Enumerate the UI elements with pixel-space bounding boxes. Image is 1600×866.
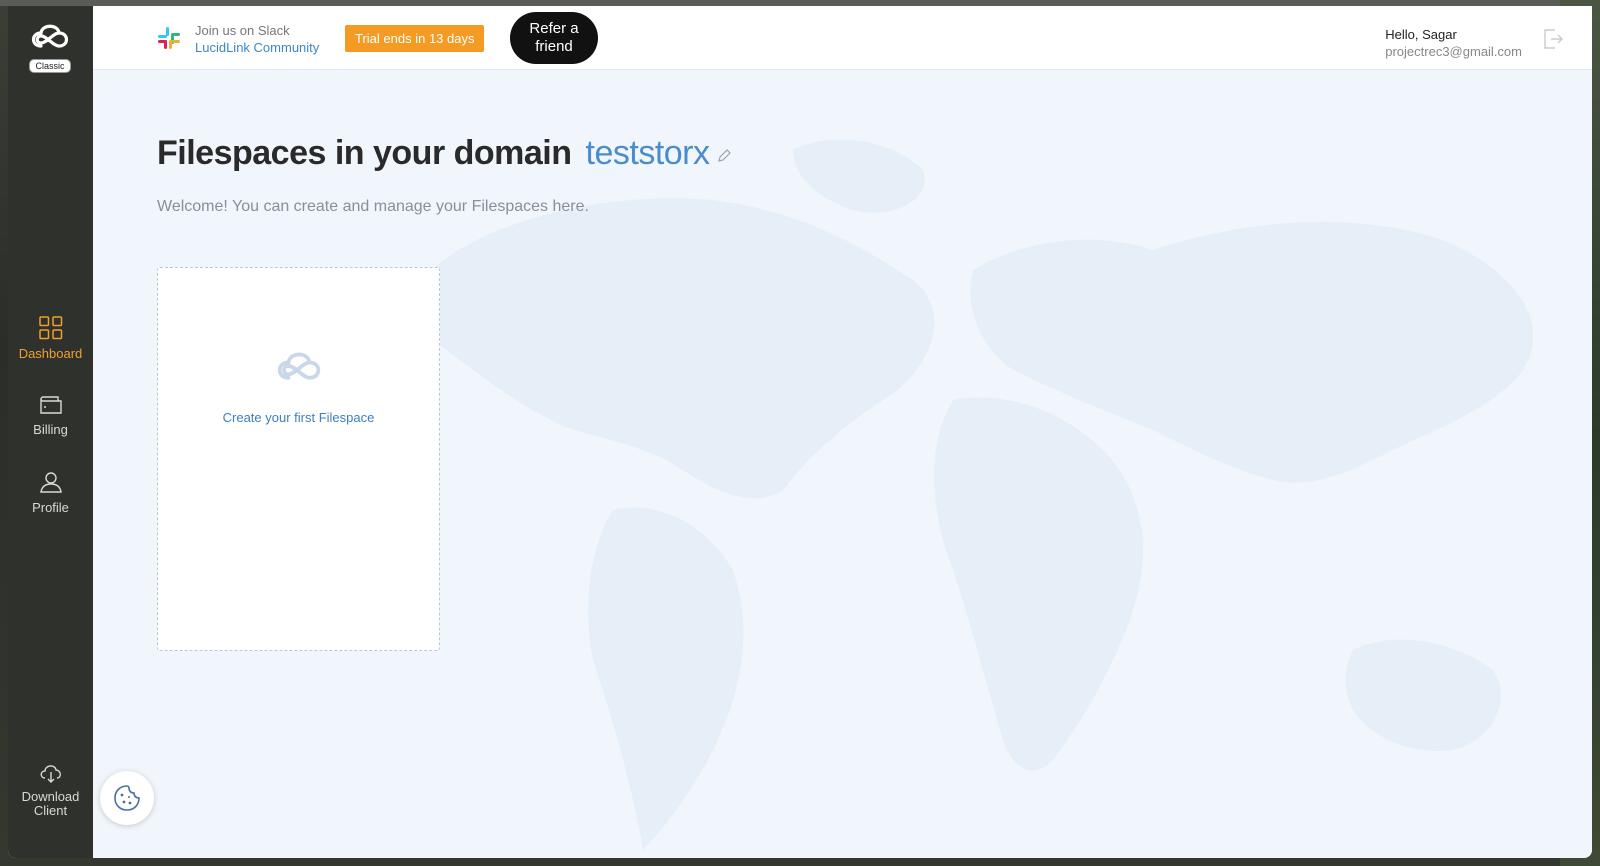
domain-name: teststorx xyxy=(585,134,710,172)
main-content: Join us on Slack LucidLink Community Tri… xyxy=(93,6,1592,858)
trial-badge[interactable]: Trial ends in 13 days xyxy=(345,25,485,52)
classic-badge: Classic xyxy=(29,59,71,73)
app-logo[interactable]: Classic xyxy=(20,16,80,78)
wallet-icon xyxy=(39,396,62,414)
slack-text: Join us on Slack LucidLink Community xyxy=(195,22,319,56)
logout-icon[interactable] xyxy=(1542,28,1564,50)
sidebar: Classic Dashboard Billing Profile Downlo… xyxy=(8,6,93,858)
top-bar: Join us on Slack LucidLink Community Tri… xyxy=(93,6,1592,70)
user-email: projectrec3@gmail.com xyxy=(1385,44,1522,59)
filespace-logo-icon xyxy=(277,352,320,380)
user-icon xyxy=(39,472,62,493)
cookie-icon xyxy=(114,785,140,811)
sidebar-item-profile[interactable]: Profile xyxy=(8,470,93,515)
slack-invite[interactable]: Join us on Slack LucidLink Community xyxy=(157,22,319,56)
pencil-icon[interactable] xyxy=(716,148,732,164)
welcome-text: Welcome! You can create and manage your … xyxy=(157,198,589,215)
title-row: Filespaces in your domain teststorx xyxy=(157,134,732,173)
download-label-line1: Download xyxy=(21,789,80,804)
slack-community-link[interactable]: LucidLink Community xyxy=(195,39,319,56)
sidebar-item-label: Billing xyxy=(33,422,68,437)
user-greeting: Hello, Sagar xyxy=(1385,27,1457,42)
sidebar-item-billing[interactable]: Billing xyxy=(8,394,93,437)
cloud-download-icon xyxy=(40,765,61,783)
refer-label-line1: Refer a xyxy=(529,20,579,37)
slack-icon xyxy=(158,27,180,49)
create-filespace-card[interactable]: Create your first Filespace xyxy=(157,267,440,651)
sidebar-item-dashboard[interactable]: Dashboard xyxy=(8,316,93,361)
grid-icon xyxy=(38,316,62,340)
sidebar-item-download-client[interactable]: Download Client xyxy=(8,762,93,818)
slack-join-text: Join us on Slack xyxy=(195,23,290,38)
cookie-settings-button[interactable] xyxy=(100,771,154,825)
refer-label-line2: friend xyxy=(535,38,573,55)
create-filespace-label: Create your first Filespace xyxy=(222,410,375,425)
user-info: Hello, Sagar projectrec3@gmail.com xyxy=(1385,26,1522,60)
page-title: Filespaces in your domain xyxy=(157,134,572,172)
sidebar-item-label: Profile xyxy=(32,500,69,515)
download-label-line2: Client xyxy=(33,803,68,818)
sidebar-item-label: Dashboard xyxy=(18,346,83,361)
refer-friend-button[interactable]: Refer a friend xyxy=(510,12,598,64)
lucidlink-logo-icon xyxy=(31,24,69,48)
app-window: Classic Dashboard Billing Profile Downlo… xyxy=(8,6,1592,858)
